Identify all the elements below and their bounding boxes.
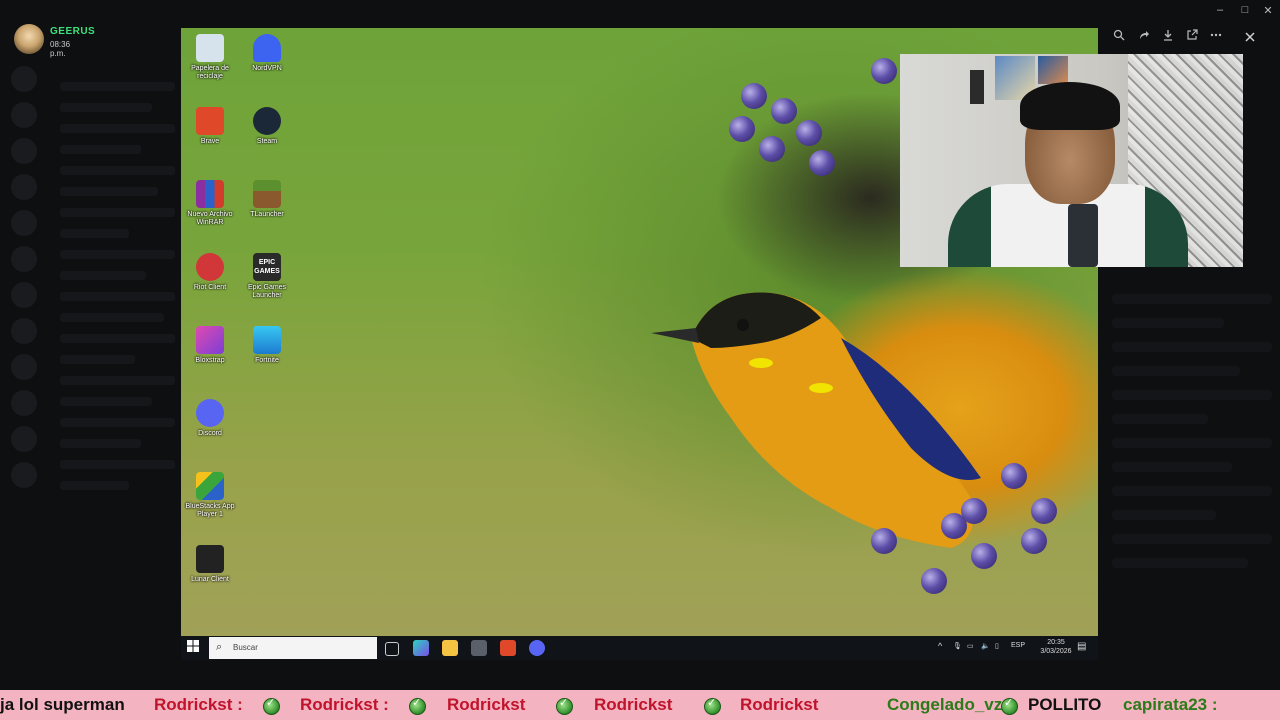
chat-ticker: ja lol superman Rodrickst : Rodrickst : … [0, 690, 1280, 720]
ticker-message: ja lol superman [0, 695, 125, 714]
ticker-emote-icon [704, 696, 721, 715]
battery-icon[interactable]: ▯ [995, 642, 999, 650]
ticker-username: capirata23 : [1123, 695, 1218, 714]
file-explorer-icon[interactable] [442, 640, 458, 656]
volume-icon[interactable]: 🔈 [981, 642, 990, 650]
ticker-username: Congelado_vz : [887, 695, 1013, 714]
author-name[interactable]: GEERUS [50, 26, 95, 37]
close-icon[interactable] [1240, 28, 1260, 48]
discord-taskbar-icon[interactable] [529, 640, 545, 656]
language-indicator[interactable]: ESP [1011, 642, 1025, 649]
desktop-icon-nordvpn[interactable]: NordVPN [237, 34, 297, 73]
desktop-icon-epic-games[interactable]: EPIC GAMES Epic Games Launcher [237, 253, 297, 300]
avatar[interactable] [14, 24, 44, 54]
ticker-username: Rodrickst [447, 695, 526, 714]
desktop-icon-discord[interactable]: Discord [181, 399, 240, 438]
message-time: 08:36 p.m. [50, 40, 71, 58]
desktop-icon-bloxstrap[interactable]: Bloxstrap [181, 326, 240, 365]
ticker-emote-icon [263, 696, 280, 715]
tray-chevron-icon[interactable]: ^ [938, 641, 942, 651]
taskbar-search-box[interactable]: ⌕ Buscar [209, 637, 377, 659]
window-close-button[interactable]: ✕ [1256, 4, 1280, 17]
fortnite-icon [253, 326, 281, 354]
minimize-button[interactable]: – [1208, 4, 1232, 16]
zoom-icon[interactable] [1110, 28, 1128, 46]
ticker-emote-icon [409, 696, 426, 715]
desktop-icon-fortnite[interactable]: Fortnite [237, 326, 297, 365]
desktop-icon-lunar-client[interactable]: Lunar Client [181, 545, 240, 584]
more-icon[interactable] [1207, 28, 1225, 46]
clock-time: 20:35 [1047, 639, 1065, 646]
desktop-icon-steam[interactable]: Steam [237, 107, 297, 146]
ticker-username: Rodrickst [594, 695, 673, 714]
recycle-bin-icon [196, 34, 224, 62]
winrar-icon [196, 180, 224, 208]
search-icon: ⌕ [216, 641, 223, 653]
webcam-overlay [900, 54, 1243, 267]
network-icon[interactable]: ▭ [967, 642, 974, 650]
windows-taskbar: ⌕ Buscar ^ 🎙 ▭ 🔈 ▯ ESP 20:35 3/03/2026 ▤ [181, 636, 1098, 660]
brave-taskbar-icon[interactable] [500, 640, 516, 656]
channel-list [60, 70, 175, 502]
clock-date: 3/03/2026 [1040, 648, 1072, 655]
tlauncher-icon [253, 180, 281, 208]
person-hair [1020, 82, 1120, 130]
brave-icon [196, 107, 224, 135]
epic-games-icon: EPIC GAMES [253, 253, 281, 281]
ticker-username: Rodrickst : [300, 695, 389, 714]
copilot-icon[interactable] [413, 640, 429, 656]
ticker-emote-icon [556, 696, 573, 715]
ticker-username: Rodrickst [740, 695, 819, 714]
ticker-message: POLLITO [1028, 695, 1102, 714]
maximize-button[interactable]: □ [1233, 4, 1257, 16]
riot-client-icon [196, 253, 224, 281]
download-icon[interactable] [1159, 28, 1177, 46]
desktop-icon-riot-client[interactable]: Riot Client [181, 253, 240, 292]
steam-icon [253, 107, 281, 135]
bloxstrap-icon [196, 326, 224, 354]
task-view-icon[interactable] [385, 642, 399, 656]
open-external-icon[interactable] [1183, 28, 1201, 46]
search-placeholder: Buscar [233, 643, 258, 652]
windows-start-icon[interactable] [187, 640, 203, 656]
desktop-icon-bluestacks[interactable]: BlueStacks App Player 1 [181, 472, 240, 519]
discord-icon [196, 399, 224, 427]
microphone [1068, 204, 1098, 267]
desktop-icon-recycle-bin[interactable]: Papelera de reciclaje [181, 34, 240, 81]
desktop-icon-brave[interactable]: Brave [181, 107, 240, 146]
clock[interactable]: 20:35 3/03/2026 [1036, 638, 1076, 656]
wall-object [970, 70, 984, 104]
member-list [1112, 280, 1272, 582]
mic-icon[interactable]: 🎙 [953, 642, 962, 650]
ticker-emote-icon [1001, 696, 1018, 715]
nordvpn-icon [253, 34, 281, 62]
notifications-icon[interactable]: ▤ [1077, 641, 1086, 652]
server-list [0, 60, 48, 650]
desktop-icon-winrar[interactable]: Nuevo Archivo WinRAR [181, 180, 240, 227]
ticker-username: Rodrickst : [154, 695, 243, 714]
lunar-client-icon [196, 545, 224, 573]
bluestacks-icon [196, 472, 224, 500]
wall-poster [1038, 56, 1068, 84]
forward-icon[interactable] [1135, 28, 1153, 46]
store-icon[interactable] [471, 640, 487, 656]
desktop-icon-tlauncher[interactable]: TLauncher [237, 180, 297, 219]
